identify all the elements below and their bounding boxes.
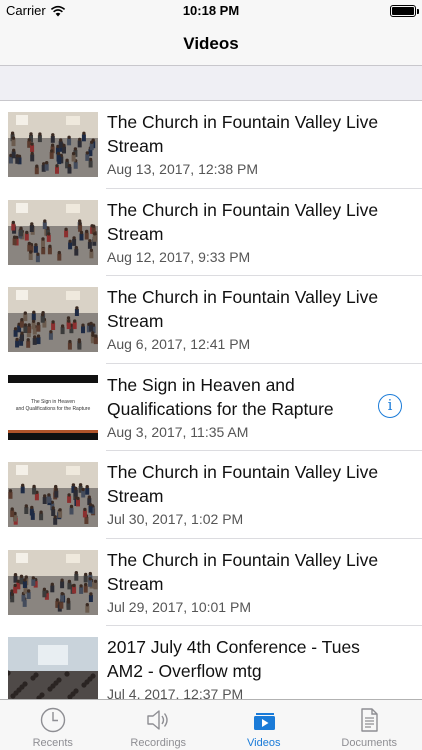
tab-label-documents: Documents xyxy=(341,737,398,749)
video-title: 2017 July 4th Conference - Tues AM2 - Ov… xyxy=(107,637,360,681)
battery-icon xyxy=(390,5,419,17)
speaker-icon xyxy=(147,710,168,730)
tab-recordings[interactable]: Recordings xyxy=(106,700,212,750)
video-thumbnail xyxy=(8,287,98,352)
video-thumbnail xyxy=(8,462,98,527)
video-row[interactable]: The Church in Fountain Valley Live Strea… xyxy=(0,539,422,627)
video-thumbnail xyxy=(8,637,98,699)
video-row[interactable]: The Church in Fountain Valley Live Strea… xyxy=(0,101,422,189)
status-bar: Carrier 10:18 PM xyxy=(0,0,422,22)
tab-bar: Recents Recordings Videos Documents xyxy=(0,699,422,750)
tab-recents[interactable]: Recents xyxy=(0,700,106,750)
video-title: The Church in Fountain Valley Live Strea… xyxy=(107,112,379,156)
video-row[interactable]: The Church in Fountain Valley Live Strea… xyxy=(0,189,422,277)
section-header xyxy=(0,66,422,101)
video-title: The Church in Fountain Valley Live Strea… xyxy=(107,549,379,594)
video-title: The Sign in Heaven and Qualifications fo… xyxy=(107,374,334,419)
tab-label-videos: Videos xyxy=(247,737,281,749)
video-title: The Church in Fountain Valley Live Strea… xyxy=(107,199,379,244)
video-date: Jul 30, 2017, 1:02 PM xyxy=(107,511,244,527)
video-date: Jul 29, 2017, 10:01 PM xyxy=(107,598,251,615)
tab-videos[interactable]: Videos xyxy=(211,700,317,750)
video-date: Jul 4, 2017, 12:37 PM xyxy=(107,686,244,699)
video-row[interactable]: 2017 July 4th Conference - Tues AM2 - Ov… xyxy=(0,626,422,699)
clock-icon xyxy=(40,707,65,733)
video-title: The Church in Fountain Valley Live Strea… xyxy=(107,287,379,331)
svg-text:The Sign in Heaven: The Sign in Heaven xyxy=(31,399,75,405)
page-title: Videos xyxy=(183,34,239,53)
tab-label-recents: Recents xyxy=(32,737,73,749)
tab-documents[interactable]: Documents xyxy=(317,700,422,750)
navigation-bar: Videos xyxy=(0,22,422,66)
tab-label-recordings: Recordings xyxy=(130,737,187,749)
video-date: Aug 3, 2017, 11:35 AM xyxy=(107,423,249,440)
video-date: Aug 12, 2017, 9:33 PM xyxy=(107,248,251,265)
svg-text:and Qualifications for the Rap: and Qualifications for the Rapture xyxy=(16,406,91,412)
video-list[interactable]: The Church in Fountain Valley Live Strea… xyxy=(0,101,422,699)
document-icon xyxy=(361,708,378,732)
video-title: The Church in Fountain Valley Live Strea… xyxy=(107,462,379,506)
video-thumbnail xyxy=(8,549,98,615)
video-icon xyxy=(253,713,275,730)
status-time: 10:18 PM xyxy=(182,3,240,18)
video-date: Aug 13, 2017, 12:38 PM xyxy=(107,161,258,177)
video-date: Aug 6, 2017, 12:41 PM xyxy=(107,336,251,352)
video-thumbnail xyxy=(8,199,98,265)
video-row[interactable]: The Church in Fountain Valley Live Strea… xyxy=(0,451,422,539)
video-row[interactable]: The Church in Fountain Valley Live Strea… xyxy=(0,276,422,364)
info-icon[interactable]: i xyxy=(378,393,402,418)
video-thumbnail: The Sign in Heaven and Qualifications for… xyxy=(8,374,98,440)
video-row[interactable]: The Sign in Heaven and Qualifications for… xyxy=(0,364,422,452)
video-thumbnail xyxy=(8,112,98,177)
